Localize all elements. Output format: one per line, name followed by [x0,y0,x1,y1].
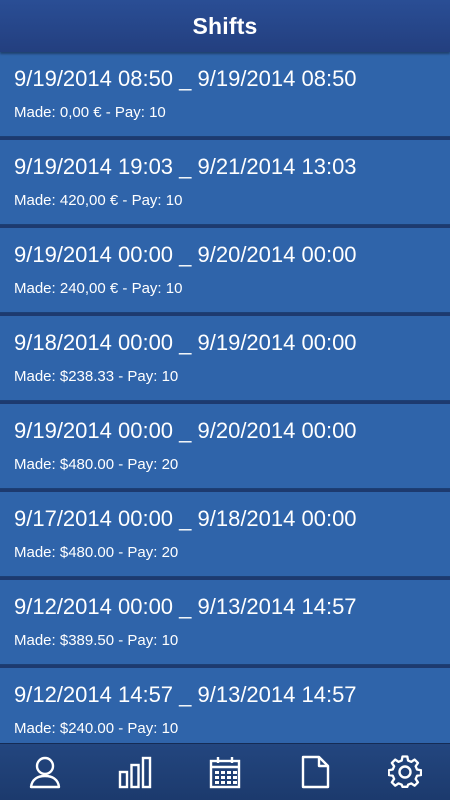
shift-details: Made: $480.00 - Pay: 20 [14,544,179,561]
document-icon [301,755,330,789]
shift-date-range: 9/19/2014 00:00 _ 9/20/2014 00:00 [14,242,357,267]
shift-list-item[interactable]: 9/19/2014 08:50 _ 9/19/2014 08:50 Made: … [0,52,450,137]
shift-list-item[interactable]: 9/18/2014 00:00 _ 9/19/2014 00:00 Made: … [0,316,450,401]
app-root: Shifts 9/19/2014 08:50 _ 9/19/2014 08:50… [0,0,450,800]
shift-date-range: 9/19/2014 08:50 _ 9/19/2014 08:50 [14,66,357,91]
shift-list-item[interactable]: 9/12/2014 14:57 _ 9/13/2014 14:57 Made: … [0,668,450,744]
tab-calendar[interactable] [195,744,255,800]
shift-list-item[interactable]: 9/19/2014 00:00 _ 9/20/2014 00:00 Made: … [0,404,450,489]
shift-details: Made: $389.50 - Pay: 10 [14,632,179,649]
gear-icon [388,755,422,788]
tab-profile[interactable] [15,744,75,800]
shift-date-range: 9/12/2014 00:00 _ 9/13/2014 14:57 [14,594,357,619]
header-bar: Shifts [0,0,450,52]
shift-date-range: 9/12/2014 14:57 _ 9/13/2014 14:57 [14,682,357,707]
bottom-tab-bar [0,743,450,800]
shift-date-range: 9/19/2014 19:03 _ 9/21/2014 13:03 [14,154,357,179]
page-title: Shifts [192,12,258,39]
tab-settings[interactable] [375,744,435,800]
shift-date-range: 9/17/2014 00:00 _ 9/18/2014 00:00 [14,506,357,531]
shift-list-item[interactable]: 9/19/2014 19:03 _ 9/21/2014 13:03 Made: … [0,140,450,225]
calendar-icon [209,757,241,789]
shift-list-item[interactable]: 9/17/2014 00:00 _ 9/18/2014 00:00 Made: … [0,492,450,577]
bar-chart-icon [118,756,152,789]
shift-list-item[interactable]: 9/19/2014 00:00 _ 9/20/2014 00:00 Made: … [0,228,450,313]
shift-details: Made: $480.00 - Pay: 20 [14,456,179,473]
shifts-list[interactable]: 9/19/2014 08:50 _ 9/19/2014 08:50 Made: … [0,52,450,744]
tab-statistics[interactable] [105,744,165,800]
shift-details: Made: 420,00 € - Pay: 10 [14,192,183,209]
shift-date-range: 9/18/2014 00:00 _ 9/19/2014 00:00 [14,330,357,355]
shift-details: Made: $240.00 - Pay: 10 [14,720,179,737]
shift-details: Made: 0,00 € - Pay: 10 [14,104,166,121]
shift-details: Made: $238.33 - Pay: 10 [14,368,179,385]
shift-details: Made: 240,00 € - Pay: 10 [14,280,183,297]
shift-date-range: 9/19/2014 00:00 _ 9/20/2014 00:00 [14,418,357,443]
tab-reports[interactable] [285,744,345,800]
user-icon [29,756,61,789]
shift-list-item[interactable]: 9/12/2014 00:00 _ 9/13/2014 14:57 Made: … [0,580,450,665]
